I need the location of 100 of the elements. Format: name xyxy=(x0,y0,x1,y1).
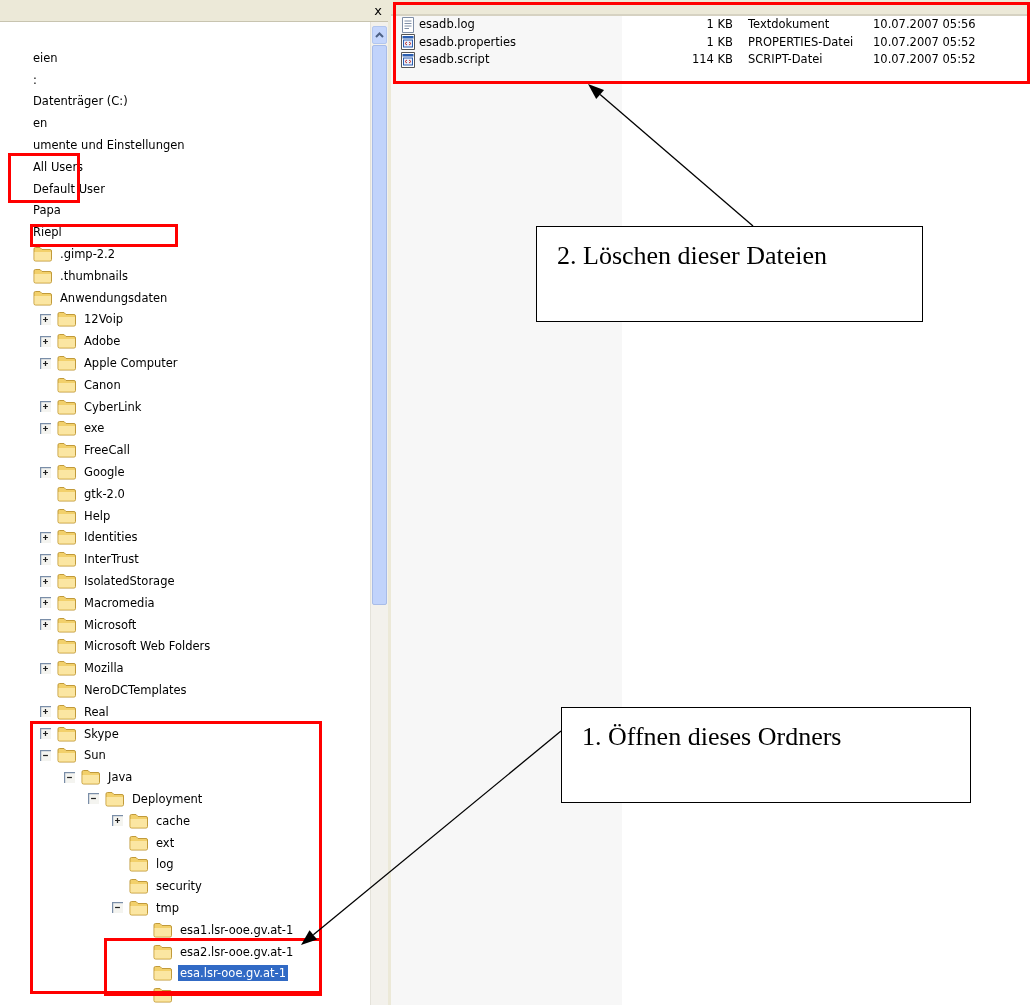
tree-item[interactable]: Identities xyxy=(82,529,140,546)
folder-icon xyxy=(57,376,77,393)
tree-item[interactable]: Datenträger (C:) xyxy=(31,93,130,110)
tree-item[interactable]: Macromedia xyxy=(82,594,157,611)
tree-item[interactable]: gtk-2.0 xyxy=(82,485,127,502)
expand-icon[interactable] xyxy=(39,553,51,565)
expand-icon[interactable] xyxy=(111,815,123,827)
folder-icon xyxy=(57,420,77,437)
tree-item[interactable]: eien xyxy=(31,49,60,66)
file-name[interactable]: esadb.script xyxy=(419,51,490,69)
tree-item[interactable]: .gimp-2.2 xyxy=(58,246,118,263)
tree-item[interactable]: Java xyxy=(106,769,135,786)
folder-icon xyxy=(57,551,77,568)
tree-item[interactable]: esa2.lsr-ooe.gv.at-1 xyxy=(178,943,296,960)
collapse-icon[interactable] xyxy=(63,771,75,783)
expand-icon[interactable] xyxy=(39,728,51,740)
tree-item[interactable]: Microsoft Web Folders xyxy=(82,638,213,655)
tree-item[interactable]: 12Voip xyxy=(82,311,126,328)
folder-icon xyxy=(81,769,101,786)
folder-icon xyxy=(33,267,53,284)
tree-item[interactable]: security xyxy=(154,878,204,895)
tree-item[interactable]: esa.lsr-ooe.gv.at-1 xyxy=(178,965,288,982)
scroll-up-button[interactable] xyxy=(372,26,387,44)
tree-item[interactable]: IsolatedStorage xyxy=(82,573,177,589)
collapse-icon[interactable] xyxy=(39,749,51,761)
expand-icon[interactable] xyxy=(39,422,51,434)
script-file-icon xyxy=(401,51,415,68)
expand-icon[interactable] xyxy=(39,619,51,631)
folder-icon xyxy=(105,791,125,807)
file-type: Textdokument xyxy=(748,17,830,32)
tree-item[interactable]: Sun xyxy=(82,747,108,764)
folder-icon xyxy=(129,834,149,851)
folder-icon xyxy=(57,311,77,328)
tree-item[interactable]: Google xyxy=(82,464,127,481)
expand-icon[interactable] xyxy=(39,357,51,369)
tree-item[interactable]: Help xyxy=(82,507,113,524)
expand-icon[interactable] xyxy=(39,575,51,587)
scroll-up-icon xyxy=(375,32,384,38)
tree-item[interactable]: : xyxy=(31,71,39,88)
folder-icon xyxy=(153,965,173,982)
tree-item[interactable]: InterTrust xyxy=(82,551,141,568)
folder-icon xyxy=(129,856,149,873)
tree-item[interactable]: CyberLink xyxy=(82,398,144,415)
tree-item[interactable]: FreeCall xyxy=(82,442,132,459)
callout-note: 1. Öffnen dieses Ordners xyxy=(561,707,971,803)
tree-item[interactable]: Mozilla xyxy=(82,660,126,677)
folder-icon xyxy=(57,573,77,589)
tree-item[interactable]: exe xyxy=(82,420,107,437)
collapse-icon[interactable] xyxy=(87,793,99,805)
tree-item[interactable]: Skype xyxy=(82,725,121,742)
tree-item[interactable]: .thumbnails xyxy=(58,267,130,284)
folder-icon xyxy=(57,682,77,698)
tree-item[interactable]: Real xyxy=(82,703,111,720)
file-size: 1 KB xyxy=(706,17,733,32)
collapse-icon[interactable] xyxy=(111,902,123,914)
tree-item[interactable]: Anwendungsdaten xyxy=(58,289,170,306)
tree-item[interactable]: Adobe xyxy=(82,333,123,350)
tree-item[interactable]: Default User xyxy=(31,180,107,197)
tree-item[interactable]: Deployment xyxy=(130,791,205,807)
file-name[interactable]: esadb.log xyxy=(419,16,475,34)
folder-icon xyxy=(57,616,77,633)
folder-icon xyxy=(57,703,77,720)
file-size: 1 KB xyxy=(706,34,733,49)
folder-icon xyxy=(57,638,77,655)
folder-icon xyxy=(129,899,149,916)
tree-item[interactable]: Papa xyxy=(31,202,63,219)
file-date: 10.07.2007 05:52 xyxy=(873,52,976,67)
file-size: 114 KB xyxy=(691,52,733,67)
tree-item[interactable]: Canon xyxy=(82,376,123,393)
tree-item[interactable]: umente und Einstellungen xyxy=(31,137,187,154)
tree-item[interactable]: NeroDCTemplates xyxy=(82,682,189,698)
tree-item[interactable]: log xyxy=(154,856,176,873)
expand-icon[interactable] xyxy=(39,531,51,543)
scrollbar-thumb[interactable] xyxy=(372,45,387,605)
folder-icon xyxy=(57,464,77,481)
script-file-icon xyxy=(401,34,415,51)
expand-icon[interactable] xyxy=(39,466,51,478)
tree-item[interactable]: tmp xyxy=(154,899,181,916)
tree-item[interactable]: Riepl xyxy=(31,224,64,241)
expand-icon[interactable] xyxy=(39,313,51,325)
expand-icon[interactable] xyxy=(39,662,51,674)
tree-item[interactable]: Microsoft xyxy=(82,616,139,633)
folder-icon xyxy=(57,398,77,415)
expand-icon[interactable] xyxy=(39,706,51,718)
callout-note: 2. Löschen dieser Dateien xyxy=(536,226,923,322)
expand-icon[interactable] xyxy=(39,597,51,609)
folder-icon xyxy=(57,485,77,502)
close-icon[interactable]: x xyxy=(374,5,382,16)
expand-icon[interactable] xyxy=(39,401,51,413)
tree-item[interactable]: cache xyxy=(154,812,193,829)
tree-item[interactable]: en xyxy=(31,115,50,132)
folder-icon xyxy=(57,442,77,459)
tree-item[interactable]: Apple Computer xyxy=(82,355,180,372)
expand-icon[interactable] xyxy=(39,335,51,347)
folder-icon xyxy=(57,747,77,764)
file-date: 10.07.2007 05:56 xyxy=(873,17,976,32)
file-name[interactable]: esadb.properties xyxy=(419,33,517,51)
folder-icon xyxy=(57,529,77,546)
tree-item[interactable]: esa1.lsr-ooe.gv.at-1 xyxy=(178,921,296,938)
tree-item[interactable]: ext xyxy=(154,834,177,851)
